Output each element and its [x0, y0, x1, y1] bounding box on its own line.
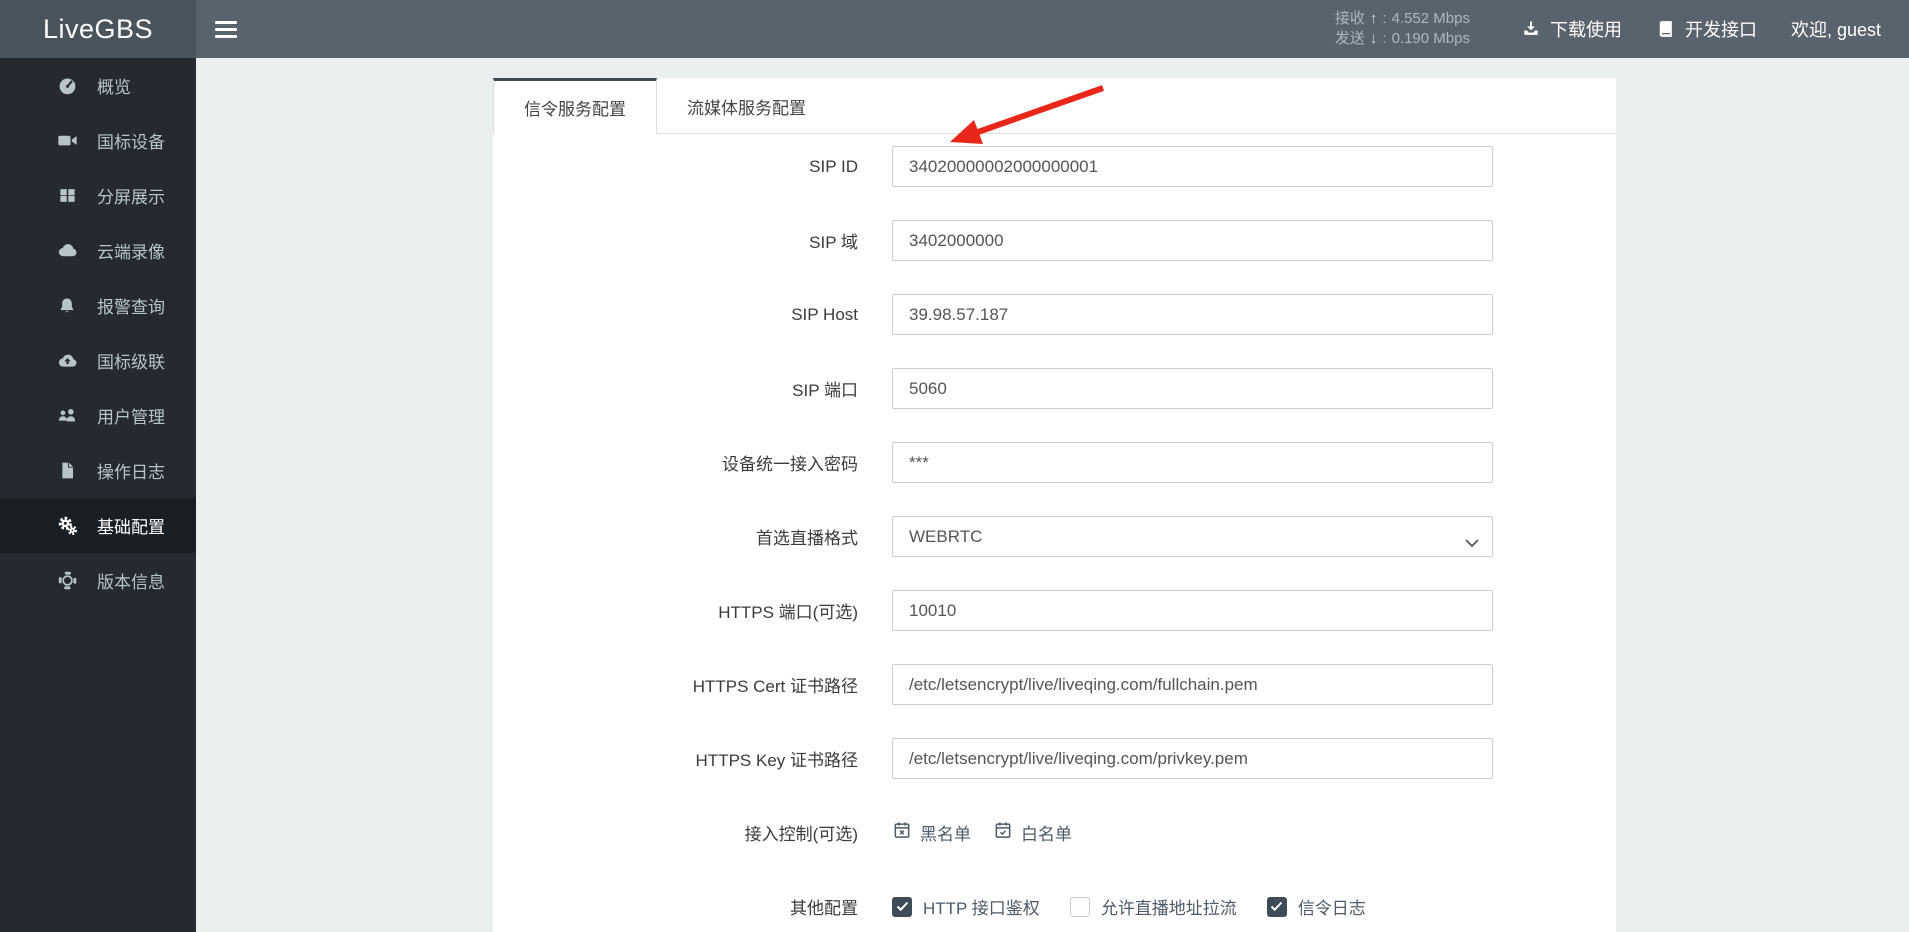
sidebar-item-overview[interactable]: 概览: [0, 58, 196, 113]
cloud-icon: [56, 240, 78, 262]
form-row: SIP 端口: [493, 368, 1616, 409]
main-content: 信令服务配置 流媒体服务配置 SIP ID SIP 域 SIP Host: [196, 58, 1909, 932]
sip-id-label: SIP ID: [809, 156, 858, 176]
device-password-label: 设备统一接入密码: [722, 455, 858, 474]
form-row: HTTPS 端口(可选): [493, 590, 1616, 631]
form-row: SIP Host: [493, 294, 1616, 335]
checkbox-unchecked-icon[interactable]: [1069, 896, 1090, 917]
http-auth-checkbox[interactable]: HTTP 接口鉴权: [892, 894, 1040, 919]
form-row: SIP 域: [493, 220, 1616, 261]
dev-api-link[interactable]: 开发接口: [1639, 0, 1774, 58]
recv-label: 接收: [1334, 10, 1365, 27]
file-icon: [56, 460, 78, 482]
calendar-x-icon: [892, 820, 912, 845]
sidebar-item-split-screen[interactable]: 分屏展示: [0, 168, 196, 223]
sidebar-item-version-info[interactable]: 版本信息: [0, 553, 196, 608]
sidebar: 概览 国标设备 分屏展示 云端录像 报警查询 国标级联 用户管理 操作日志 基础…: [0, 58, 196, 932]
signaling-log-checkbox[interactable]: 信令日志: [1266, 894, 1366, 919]
top-navbar: LiveGBS 接收 ↑ : 4.552 Mbps 发送 ↓ : 0.190 M…: [0, 0, 1909, 58]
preferred-format-select[interactable]: WEBRTC: [892, 516, 1493, 557]
blacklist-link[interactable]: 黑名单: [892, 820, 971, 845]
sip-domain-input[interactable]: [892, 220, 1493, 261]
up-arrow-icon: ↑: [1369, 10, 1378, 27]
signaling-config-form: SIP ID SIP 域 SIP Host SIP 端口 设备统一接入密码: [493, 134, 1616, 927]
whitelist-link[interactable]: 白名单: [993, 820, 1072, 845]
config-card: 信令服务配置 流媒体服务配置 SIP ID SIP 域 SIP Host: [493, 78, 1616, 932]
form-row: 其他配置 HTTP 接口鉴权 允许直播地址拉流 信令日志: [493, 886, 1616, 927]
sip-domain-label: SIP 域: [809, 233, 858, 252]
https-port-label: HTTPS 端口(可选): [718, 603, 858, 622]
tab-signaling-config[interactable]: 信令服务配置: [493, 78, 657, 134]
gauge-icon: [56, 75, 78, 97]
sip-host-input[interactable]: [892, 294, 1493, 335]
form-row: HTTPS Key 证书路径: [493, 738, 1616, 779]
preferred-format-label: 首选直播格式: [756, 529, 858, 548]
brand-logo[interactable]: LiveGBS: [0, 0, 196, 58]
cloud-upload-icon: [56, 350, 78, 372]
send-label: 发送: [1334, 30, 1365, 47]
allow-pull-checkbox[interactable]: 允许直播地址拉流: [1069, 894, 1237, 919]
https-key-input[interactable]: [892, 738, 1493, 779]
sip-port-input[interactable]: [892, 368, 1493, 409]
recv-value: 4.552 Mbps: [1391, 10, 1470, 27]
download-link[interactable]: 下载使用: [1504, 0, 1639, 58]
form-row: HTTPS Cert 证书路径: [493, 664, 1616, 705]
form-row: 首选直播格式 WEBRTC: [493, 516, 1616, 557]
sidebar-item-basic-config[interactable]: 基础配置: [0, 498, 196, 553]
https-cert-label: HTTPS Cert 证书路径: [692, 677, 858, 696]
form-row: SIP ID: [493, 146, 1616, 187]
checkbox-checked-icon[interactable]: [892, 896, 912, 917]
download-icon: [1521, 19, 1541, 39]
form-row: 设备统一接入密码: [493, 442, 1616, 483]
bell-icon: [56, 295, 78, 317]
life-ring-icon: [56, 570, 78, 592]
hamburger-icon: [215, 20, 237, 24]
users-icon: [56, 405, 78, 427]
network-stats: 接收 ↑ : 4.552 Mbps 发送 ↓ : 0.190 Mbps: [1334, 10, 1470, 47]
form-row: 接入控制(可选) 黑名单 白名单: [493, 812, 1616, 853]
calendar-check-icon: [993, 820, 1013, 845]
down-arrow-icon: ↓: [1369, 30, 1378, 47]
user-menu[interactable]: 欢迎, guest: [1774, 0, 1909, 58]
selected-value: WEBRTC: [909, 526, 983, 546]
grid-icon: [56, 185, 78, 207]
https-cert-input[interactable]: [892, 664, 1493, 705]
sip-host-label: SIP Host: [791, 304, 858, 324]
https-port-input[interactable]: [892, 590, 1493, 631]
https-key-label: HTTPS Key 证书路径: [695, 751, 858, 770]
sip-id-input[interactable]: [892, 146, 1493, 187]
gears-icon: [56, 515, 78, 537]
sidebar-item-gb-cascade[interactable]: 国标级联: [0, 333, 196, 388]
book-icon: [1656, 19, 1676, 39]
device-password-input[interactable]: [892, 442, 1493, 483]
sidebar-item-alarm-query[interactable]: 报警查询: [0, 278, 196, 333]
video-camera-icon: [56, 130, 78, 152]
sidebar-item-cloud-recording[interactable]: 云端录像: [0, 223, 196, 278]
sip-port-label: SIP 端口: [792, 381, 858, 400]
tab-media-config[interactable]: 流媒体服务配置: [657, 78, 836, 134]
other-config-label: 其他配置: [790, 899, 858, 918]
access-control-label: 接入控制(可选): [744, 825, 858, 844]
chevron-down-icon: [1465, 533, 1479, 553]
checkbox-checked-icon[interactable]: [1266, 896, 1287, 917]
sidebar-item-user-management[interactable]: 用户管理: [0, 388, 196, 443]
sidebar-item-operation-logs[interactable]: 操作日志: [0, 443, 196, 498]
send-value: 0.190 Mbps: [1391, 30, 1470, 47]
sidebar-item-gb-devices[interactable]: 国标设备: [0, 113, 196, 168]
sidebar-toggle-button[interactable]: [196, 0, 256, 58]
config-tabs: 信令服务配置 流媒体服务配置: [493, 78, 1616, 134]
